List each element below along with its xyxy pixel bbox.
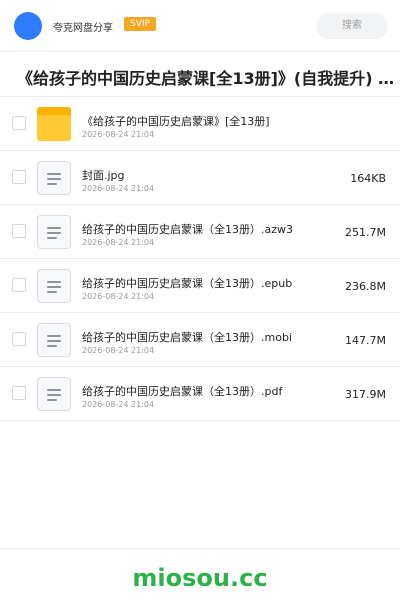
- brand-name: 夸克网盘分享: [53, 23, 113, 34]
- file-size: 317.9M: [345, 388, 386, 401]
- app-header: 夸克网盘分享 SVIP 搜索: [0, 0, 400, 52]
- svip-badge: SVIP: [124, 17, 156, 31]
- file-size: 147.7M: [345, 334, 386, 347]
- file-size: 251.7M: [345, 226, 386, 239]
- file-row[interactable]: 给孩子的中国历史启蒙课（全13册）.pdf 2026-08-24 21:04 317…: [0, 367, 400, 421]
- document-icon: [37, 377, 71, 411]
- file-date: 2026-08-24 21:04: [82, 130, 155, 139]
- file-size: 164KB: [350, 172, 386, 185]
- file-date: 2026-08-24 21:04: [82, 292, 155, 301]
- file-row[interactable]: 给孩子的中国历史启蒙课（全13册）.azw3 2026-08-24 21:04 25…: [0, 205, 400, 259]
- file-date: 2026-08-24 21:04: [82, 400, 155, 409]
- folder-icon: [37, 107, 71, 141]
- file-name[interactable]: 给孩子的中国历史启蒙课（全13册）.epub: [82, 275, 292, 291]
- file-list: 《给孩子的中国历史启蒙课》[全13册] 2026-08-24 21:04 封面.jp…: [0, 97, 400, 421]
- file-name[interactable]: 给孩子的中国历史启蒙课（全13册）.pdf: [82, 383, 282, 399]
- search-input[interactable]: 搜索: [316, 13, 388, 39]
- file-date: 2026-08-24 21:04: [82, 184, 155, 193]
- footer: miosou.cc: [0, 548, 400, 600]
- file-size: 236.8M: [345, 280, 386, 293]
- row-checkbox[interactable]: [12, 170, 26, 184]
- folder-row[interactable]: 《给孩子的中国历史启蒙课》[全13册] 2026-08-24 21:04: [0, 97, 400, 151]
- file-date: 2026-08-24 21:04: [82, 346, 155, 355]
- file-row[interactable]: 封面.jpg 2026-08-24 21:04 164KB: [0, 151, 400, 205]
- watermark: miosou.cc: [132, 564, 268, 592]
- avatar[interactable]: [14, 12, 42, 40]
- file-date: 2026-08-24 21:04: [82, 238, 155, 247]
- row-checkbox[interactable]: [12, 278, 26, 292]
- document-icon: [37, 215, 71, 249]
- row-checkbox[interactable]: [12, 386, 26, 400]
- row-checkbox[interactable]: [12, 224, 26, 238]
- row-checkbox[interactable]: [12, 116, 26, 130]
- file-name[interactable]: 给孩子的中国历史启蒙课（全13册）.azw3: [82, 221, 293, 237]
- file-row[interactable]: 给孩子的中国历史启蒙课（全13册）.mobi 2026-08-24 21:04 14…: [0, 313, 400, 367]
- file-name[interactable]: 《给孩子的中国历史启蒙课》[全13册]: [82, 113, 270, 129]
- file-name[interactable]: 给孩子的中国历史启蒙课（全13册）.mobi: [82, 329, 292, 345]
- row-checkbox[interactable]: [12, 332, 26, 346]
- document-icon: [37, 269, 71, 303]
- file-name[interactable]: 封面.jpg: [82, 167, 125, 183]
- file-row[interactable]: 给孩子的中国历史启蒙课（全13册）.epub 2026-08-24 21:04 23…: [0, 259, 400, 313]
- page-title: 《给孩子的中国历史启蒙课[全13册]》(自我提升) [PDF+…: [17, 69, 400, 88]
- document-icon: [37, 323, 71, 357]
- title-bar: 《给孩子的中国历史启蒙课[全13册]》(自我提升) [PDF+…: [0, 53, 400, 97]
- document-icon: [37, 161, 71, 195]
